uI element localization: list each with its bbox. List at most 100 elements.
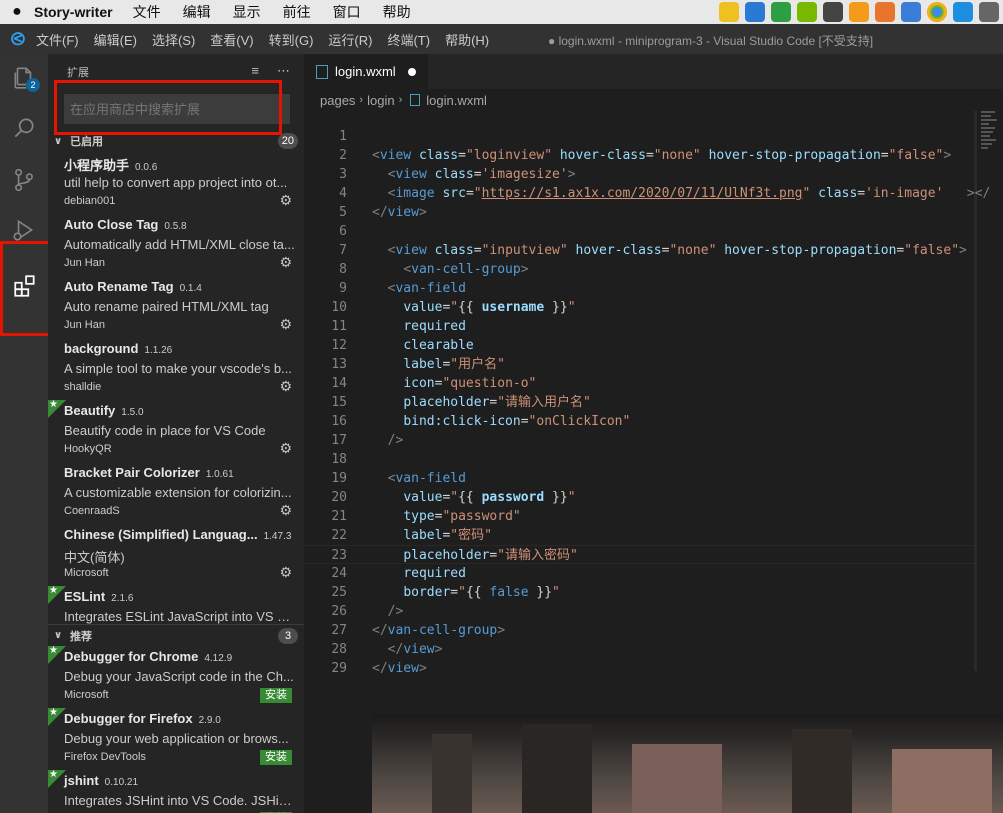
shield-icon[interactable] <box>771 2 791 22</box>
mac-menu-go[interactable]: 前往 <box>283 2 311 22</box>
app-name[interactable]: Story-writer <box>34 4 113 20</box>
flame-icon[interactable] <box>849 2 869 22</box>
nvidia-icon[interactable] <box>797 2 817 22</box>
extension-publisher: Microsoft <box>64 567 109 579</box>
extension-item-jshint[interactable]: ★ jshint 0.10.21 Integrates JSHint into VS … <box>48 769 304 813</box>
mac-menu-edit[interactable]: 编辑 <box>183 2 211 22</box>
filter-icon[interactable]: ≡ <box>251 63 259 79</box>
code-line[interactable]: 7 <view class="inputview" hover-class="n… <box>304 241 974 260</box>
code-line[interactable]: 24 required <box>304 564 974 583</box>
mac-menu-file[interactable]: 文件 <box>133 2 161 22</box>
code-line[interactable]: 15 placeholder="请输入用户名" <box>304 393 974 412</box>
extension-publisher: HookyQR <box>64 443 112 455</box>
code-line[interactable]: 25 border="{{ false }}" <box>304 583 974 602</box>
extension-item-chinese-simplified-languag[interactable]: Chinese (Simplified) Languag... 1.47.3 中文(… <box>48 524 304 586</box>
ie-icon[interactable] <box>953 2 973 22</box>
calendar-icon[interactable] <box>875 2 895 22</box>
extension-publisher: shalldie <box>64 381 102 393</box>
search-button[interactable] <box>0 104 48 152</box>
breadcrumb-file[interactable]: login.wxml <box>426 93 487 108</box>
explorer-button[interactable]: 2 <box>0 54 48 102</box>
code-line[interactable]: 17 /> <box>304 431 974 450</box>
code-line[interactable]: 20 value="{{ password }}" <box>304 488 974 507</box>
source-control-button[interactable] <box>0 156 48 204</box>
extension-item-bracket-pair-colorizer[interactable]: Bracket Pair Colorizer 1.0.61 A customizab… <box>48 462 304 524</box>
mac-menu-help[interactable]: 帮助 <box>383 2 411 22</box>
code-line[interactable]: 16 bind:click-icon="onClickIcon" <box>304 412 974 431</box>
code-line[interactable]: 28 </view> <box>304 640 974 659</box>
mac-menu-view[interactable]: 显示 <box>233 2 261 22</box>
extension-version: 2.1.6 <box>111 593 134 604</box>
extension-item-item[interactable]: 小程序助手 0.0.6 util help to convert app proje… <box>48 152 304 214</box>
code-line[interactable]: 5 </view> <box>304 203 974 222</box>
extension-item-background[interactable]: background 1.1.26 A simple tool to make yo… <box>48 338 304 400</box>
extension-item-auto-close-tag[interactable]: Auto Close Tag 0.5.8 Automatically add HTM… <box>48 214 304 276</box>
extension-description: Integrates ESLint JavaScript into VS C..… <box>64 609 296 624</box>
menu-view[interactable]: 查看(V) <box>210 30 253 49</box>
menu-file[interactable]: 文件(F) <box>36 30 79 49</box>
code-line[interactable]: 4 <image src="https://s1.ax1x.com/2020/0… <box>304 184 990 203</box>
code-line[interactable]: 26 /> <box>304 602 974 621</box>
line-number: 27 <box>331 623 347 638</box>
menu-terminal[interactable]: 终端(T) <box>387 30 430 49</box>
code-line[interactable]: 21 type="password" <box>304 507 974 526</box>
mac-menu-window[interactable]: 窗口 <box>333 2 361 22</box>
code-line[interactable]: 8 <van-cell-group> <box>304 260 974 279</box>
gear-icon[interactable]: ⚙ <box>279 378 292 395</box>
extension-item-debugger-for-chrome[interactable]: ★ Debugger for Chrome 4.12.9 Debug your Jav… <box>48 645 304 708</box>
gear-icon[interactable]: ⚙ <box>279 440 292 457</box>
extension-item-auto-rename-tag[interactable]: Auto Rename Tag 0.1.4 Auto rename paired H… <box>48 276 304 338</box>
install-button[interactable]: 安装 <box>260 750 292 765</box>
recommended-section-header[interactable]: ∨ 推荐 3 <box>48 624 304 646</box>
monitor-icon[interactable] <box>979 2 999 22</box>
gear-icon[interactable]: ⚙ <box>279 254 292 271</box>
code-line[interactable]: 2 <view class="loginview" hover-class="no… <box>304 146 974 165</box>
line-text: </view> <box>372 205 427 220</box>
share-icon[interactable] <box>823 2 843 22</box>
more-actions-icon[interactable]: ⋯ <box>277 63 290 79</box>
code-line[interactable]: 11 required <box>304 317 974 336</box>
unsaved-dot-icon[interactable] <box>407 67 416 76</box>
line-text: <van-field <box>387 281 466 296</box>
code-view[interactable]: 1 2 <view class="loginview" hover-class="n… <box>304 127 990 678</box>
code-line[interactable]: 27 </van-cell-group> <box>304 621 974 640</box>
notes-icon[interactable] <box>745 2 765 22</box>
menu-selection[interactable]: 选择(S) <box>152 30 195 49</box>
code-line[interactable]: 13 label="用户名" <box>304 355 974 374</box>
chrome-icon[interactable] <box>927 2 947 22</box>
line-text: <van-field <box>387 471 466 486</box>
code-line[interactable]: 14 icon="question-o" <box>304 374 974 393</box>
code-line[interactable]: 6 <box>304 222 974 241</box>
code-line[interactable]: 9 <van-field <box>304 279 974 298</box>
line-number: 9 <box>339 281 347 296</box>
extension-item-debugger-for-firefox[interactable]: ★ Debugger for Firefox 2.9.0 Debug your web… <box>48 707 304 770</box>
apple-icon[interactable]: ● <box>0 3 34 21</box>
window-title: ● login.wxml - miniprogram-3 - Visual St… <box>548 34 874 48</box>
code-line[interactable]: 12 clearable <box>304 336 974 355</box>
gear-icon[interactable]: ⚙ <box>279 564 292 581</box>
code-line[interactable]: 22 label="密码" <box>304 526 974 545</box>
menu-help[interactable]: 帮助(H) <box>445 30 489 49</box>
extension-publisher: Microsoft <box>64 689 109 701</box>
tab-login-wxml[interactable]: login.wxml <box>304 54 428 89</box>
extension-item-beautify[interactable]: ★ Beautify 1.5.0 Beautify code in place for… <box>48 399 304 462</box>
breadcrumb-pages[interactable]: pages <box>320 93 355 108</box>
code-line[interactable]: 23 placeholder="请输入密码" <box>304 545 974 564</box>
qq-icon[interactable] <box>719 2 739 22</box>
code-line[interactable]: 29 </view> <box>304 659 974 678</box>
menu-run[interactable]: 运行(R) <box>328 30 372 49</box>
menu-edit[interactable]: 编辑(E) <box>94 30 137 49</box>
code-line[interactable]: 10 value="{{ username }}" <box>304 298 974 317</box>
code-line[interactable]: 19 <van-field <box>304 469 974 488</box>
install-button[interactable]: 安装 <box>260 688 292 703</box>
gear-icon[interactable]: ⚙ <box>279 502 292 519</box>
gear-icon[interactable]: ⚙ <box>279 192 292 209</box>
gear-icon[interactable]: ⚙ <box>279 316 292 333</box>
code-line[interactable]: 18 <box>304 450 974 469</box>
code-line[interactable]: 1 <box>304 127 974 146</box>
line-number: 17 <box>331 433 347 448</box>
menu-go[interactable]: 转到(G) <box>269 30 314 49</box>
breadcrumb-login[interactable]: login <box>367 93 394 108</box>
security-icon[interactable] <box>901 2 921 22</box>
code-line[interactable]: 3 <view class='imagesize'> <box>304 165 974 184</box>
